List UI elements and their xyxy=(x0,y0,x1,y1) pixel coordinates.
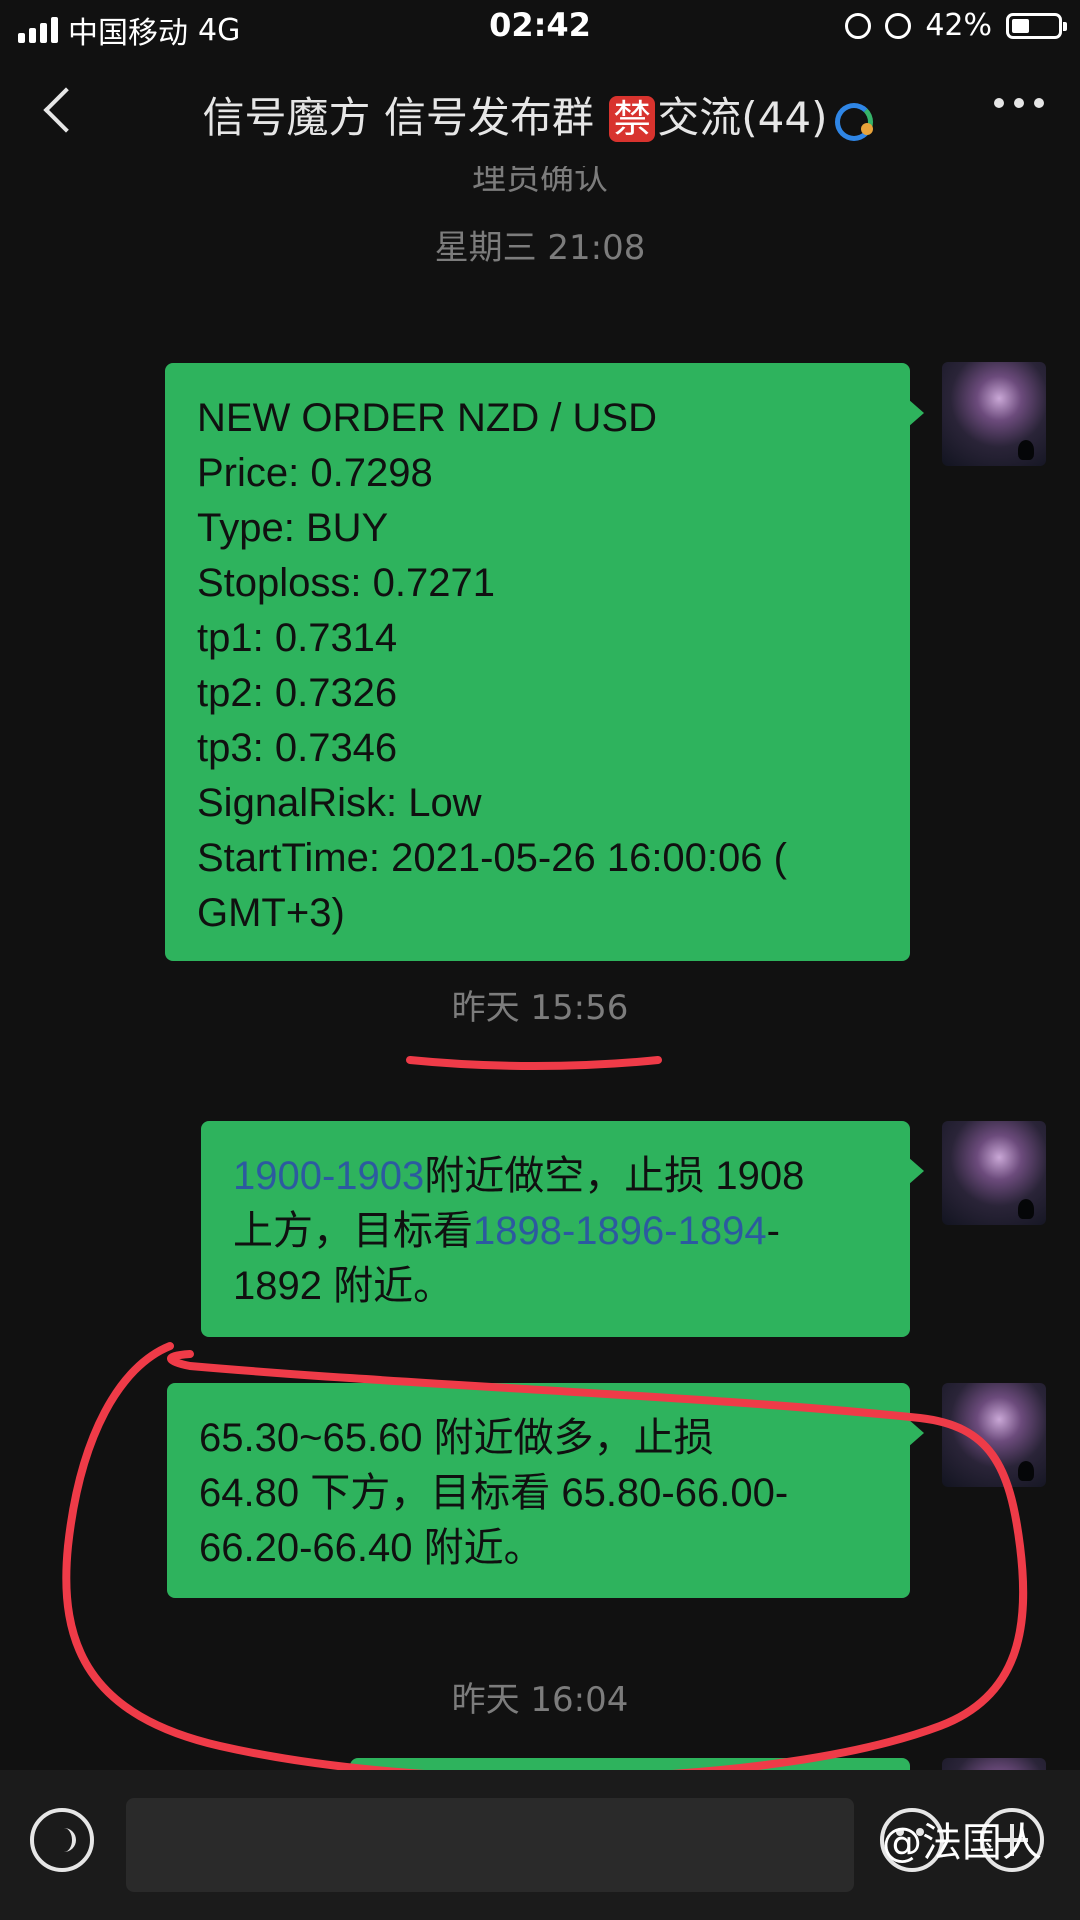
chat-title: 信号魔方 信号发布群 禁交流(44) xyxy=(0,84,1080,145)
message-line: 66.20-66.40 附近。 xyxy=(199,1526,544,1570)
group-chat-icon xyxy=(831,101,877,141)
message-line: Price: 0.7298 xyxy=(197,451,433,495)
message-bubble[interactable]: NEW ORDER NZD / USD Price: 0.7298 Type: … xyxy=(165,363,924,961)
rotation-lock-icon xyxy=(845,12,872,39)
chat-title-text: 信号魔方 信号发布群 xyxy=(202,93,594,142)
message-bubble-partial[interactable] xyxy=(350,1758,910,1770)
ban-emoji: 禁 xyxy=(609,96,656,142)
message-line: 上方，目标看1898-1896-1894- xyxy=(233,1204,878,1259)
annotation-underline xyxy=(406,1056,662,1070)
message-input[interactable] xyxy=(126,1798,854,1892)
battery-icon xyxy=(1006,12,1067,39)
avatar[interactable] xyxy=(942,1758,1046,1770)
message-line: 64.80 下方，目标看 65.80-66.00- xyxy=(199,1471,789,1515)
message-line: tp1: 0.7314 xyxy=(197,616,398,660)
voice-icon[interactable] xyxy=(30,1808,94,1872)
message-line: tp3: 0.7346 xyxy=(197,726,398,770)
message-line: GMT+3) xyxy=(197,891,345,935)
battery-percent: 42% xyxy=(925,8,992,43)
avatar[interactable] xyxy=(942,1121,1046,1225)
timestamp: 昨天 15:56 xyxy=(451,988,629,1028)
avatar[interactable] xyxy=(942,362,1046,466)
message-text: 上方，目标看 xyxy=(233,1209,473,1253)
price-link[interactable]: 1900-1903 xyxy=(233,1154,424,1198)
message-text: - xyxy=(766,1209,780,1253)
avatar[interactable] xyxy=(942,1383,1046,1487)
more-icon[interactable] xyxy=(994,98,1044,108)
input-bar: @法国人 xyxy=(0,1770,1080,1920)
timestamp: 昨天 16:04 xyxy=(451,1680,629,1720)
message-line: StartTime: 2021-05-26 16:00:06 ( xyxy=(197,836,787,880)
status-right: 42% xyxy=(845,8,1067,43)
timestamp: 星期三 21:08 xyxy=(434,228,646,268)
message-line: 65.30~65.60 附近做多，止损 xyxy=(199,1416,714,1460)
chat-title-suffix: 交流(44) xyxy=(657,93,828,142)
message-bubble[interactable]: 1900-1903附近做空，止损 1908 上方，目标看1898-1896-18… xyxy=(201,1121,924,1337)
partial-system-text: 理员确认 xyxy=(472,166,608,198)
chat-header: 信号魔方 信号发布群 禁交流(44) xyxy=(0,56,1080,166)
message-text: 附近做空，止损 1908 xyxy=(424,1154,805,1198)
message-line: tp2: 0.7326 xyxy=(197,671,398,715)
watermark: @法国人 xyxy=(882,1820,1042,1866)
message-line: NEW ORDER NZD / USD xyxy=(197,396,657,440)
chat-area[interactable]: 理员确认 星期三 21:08 NEW ORDER NZD / USD Price… xyxy=(0,166,1080,1770)
message-line: 1892 附近。 xyxy=(233,1264,454,1308)
message-line: Type: BUY xyxy=(197,506,389,550)
message-line: SignalRisk: Low xyxy=(197,781,482,825)
message-line: Stoploss: 0.7271 xyxy=(197,561,495,605)
alarm-icon xyxy=(885,12,912,39)
message-bubble[interactable]: 65.30~65.60 附近做多，止损 64.80 下方，目标看 65.80-6… xyxy=(167,1383,924,1598)
status-bar: 中国移动 4G 02:42 42% xyxy=(0,0,1080,54)
message-line: 1900-1903附近做空，止损 1908 xyxy=(233,1149,878,1204)
price-link[interactable]: 1898-1896-1894 xyxy=(473,1209,767,1253)
